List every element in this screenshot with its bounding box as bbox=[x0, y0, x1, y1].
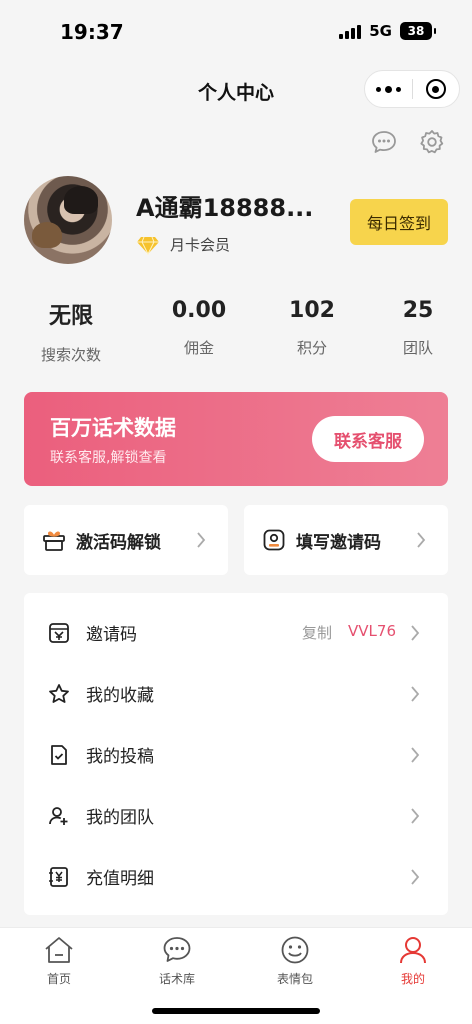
tab-mine[interactable]: 我的 bbox=[354, 934, 472, 987]
tab-label: 表情包 bbox=[276, 972, 313, 986]
copy-link[interactable]: 复制 bbox=[302, 622, 332, 643]
banner-title: 百万话术数据 bbox=[50, 416, 176, 440]
profile-card: A通霸18888... 月卡会员 每日签到 bbox=[24, 176, 448, 266]
quick-action-label: 激活码解锁 bbox=[76, 532, 161, 553]
chevron-right-icon bbox=[411, 686, 420, 702]
username: A通霸18888... bbox=[136, 194, 314, 222]
menu-list: 邀请码 复制 VVL76 我的收藏 我的投稿 我的团队 充值明细 bbox=[24, 593, 448, 915]
gift-icon bbox=[43, 531, 65, 551]
stat-label: 团队 bbox=[402, 339, 433, 357]
contact-service-button[interactable]: 联系客服 bbox=[312, 416, 424, 462]
stats-row: 无限 搜索次数 0.00 佣金 102 积分 25 团队 bbox=[24, 298, 448, 365]
stat-label: 积分 bbox=[296, 339, 327, 357]
menu-label: 充值明细 bbox=[86, 869, 154, 889]
menu-item-invite-code[interactable]: 邀请码 复制 VVL76 bbox=[24, 602, 448, 663]
diamond-icon bbox=[137, 236, 159, 255]
home-icon bbox=[45, 937, 73, 963]
stat-points[interactable]: 102 积分 bbox=[277, 298, 347, 358]
gear-icon[interactable] bbox=[418, 128, 446, 156]
membership-label: 月卡会员 bbox=[170, 236, 231, 254]
tab-label: 话术库 bbox=[158, 972, 195, 986]
tab-label: 我的 bbox=[400, 972, 425, 986]
stat-commission[interactable]: 0.00 佣金 bbox=[164, 298, 234, 358]
chevron-right-icon bbox=[411, 808, 420, 824]
tab-scripts[interactable]: 话术库 bbox=[118, 934, 236, 987]
chevron-right-icon bbox=[411, 869, 420, 885]
status-indicators: 5G 38 bbox=[339, 22, 436, 40]
team-add-icon bbox=[49, 806, 68, 825]
chat-bubble-icon bbox=[163, 937, 191, 962]
status-time: 19:37 bbox=[60, 20, 124, 44]
stat-value: 25 bbox=[402, 298, 434, 323]
target-circle-icon[interactable] bbox=[413, 79, 460, 99]
daily-checkin-button[interactable]: 每日签到 bbox=[350, 199, 448, 245]
battery-icon: 38 bbox=[400, 22, 436, 40]
document-check-icon bbox=[51, 744, 67, 765]
menu-label: 我的投稿 bbox=[86, 747, 154, 767]
menu-item-team[interactable]: 我的团队 bbox=[24, 785, 448, 846]
chat-bubble-icon[interactable] bbox=[370, 128, 398, 156]
more-dots-icon[interactable] bbox=[365, 85, 412, 93]
invite-code-icon bbox=[49, 622, 69, 643]
tab-home[interactable]: 首页 bbox=[0, 934, 118, 987]
mini-program-capsule bbox=[364, 70, 460, 108]
chevron-right-icon bbox=[197, 532, 206, 548]
tab-label: 首页 bbox=[46, 972, 71, 986]
quick-action-label: 填写邀请码 bbox=[296, 532, 381, 553]
avatar[interactable] bbox=[24, 176, 112, 264]
status-bar: 19:37 5G 38 bbox=[0, 0, 472, 64]
stat-value: 102 bbox=[289, 298, 335, 323]
membership-badge: 月卡会员 bbox=[136, 234, 230, 255]
banner-subtitle: 联系客服,解锁查看 bbox=[50, 450, 167, 466]
menu-item-favorites[interactable]: 我的收藏 bbox=[24, 663, 448, 724]
menu-label: 我的收藏 bbox=[86, 686, 154, 706]
stat-team[interactable]: 25 团队 bbox=[390, 298, 446, 358]
chevron-right-icon bbox=[417, 532, 426, 548]
menu-item-recharge-details[interactable]: 充值明细 bbox=[24, 846, 448, 907]
menu-label: 我的团队 bbox=[86, 808, 154, 828]
smile-icon bbox=[281, 936, 309, 964]
menu-item-submissions[interactable]: 我的投稿 bbox=[24, 724, 448, 785]
person-icon bbox=[400, 937, 426, 964]
yuan-bill-icon bbox=[49, 866, 68, 887]
header-actions bbox=[370, 128, 446, 156]
stat-label: 搜索次数 bbox=[40, 346, 101, 364]
network-type: 5G bbox=[369, 22, 392, 40]
chevron-right-icon bbox=[411, 625, 420, 641]
chevron-right-icon bbox=[411, 747, 420, 763]
promo-banner: 百万话术数据 联系客服,解锁查看 联系客服 bbox=[24, 392, 448, 486]
stat-search-count[interactable]: 无限 搜索次数 bbox=[36, 298, 106, 365]
nav-bar: 个人中心 bbox=[0, 64, 472, 116]
tab-stickers[interactable]: 表情包 bbox=[236, 934, 354, 987]
stat-label: 佣金 bbox=[183, 339, 214, 357]
stat-value: 无限 bbox=[48, 304, 93, 329]
signal-icon bbox=[339, 23, 362, 39]
invite-code-value: VVL76 bbox=[348, 622, 396, 640]
star-icon bbox=[49, 683, 69, 703]
menu-label: 邀请码 bbox=[86, 625, 137, 645]
user-card-icon bbox=[263, 529, 285, 551]
stat-value: 0.00 bbox=[171, 298, 227, 323]
home-indicator bbox=[152, 1008, 320, 1014]
fill-invite-code[interactable]: 填写邀请码 bbox=[244, 505, 448, 575]
activation-code-unlock[interactable]: 激活码解锁 bbox=[24, 505, 228, 575]
